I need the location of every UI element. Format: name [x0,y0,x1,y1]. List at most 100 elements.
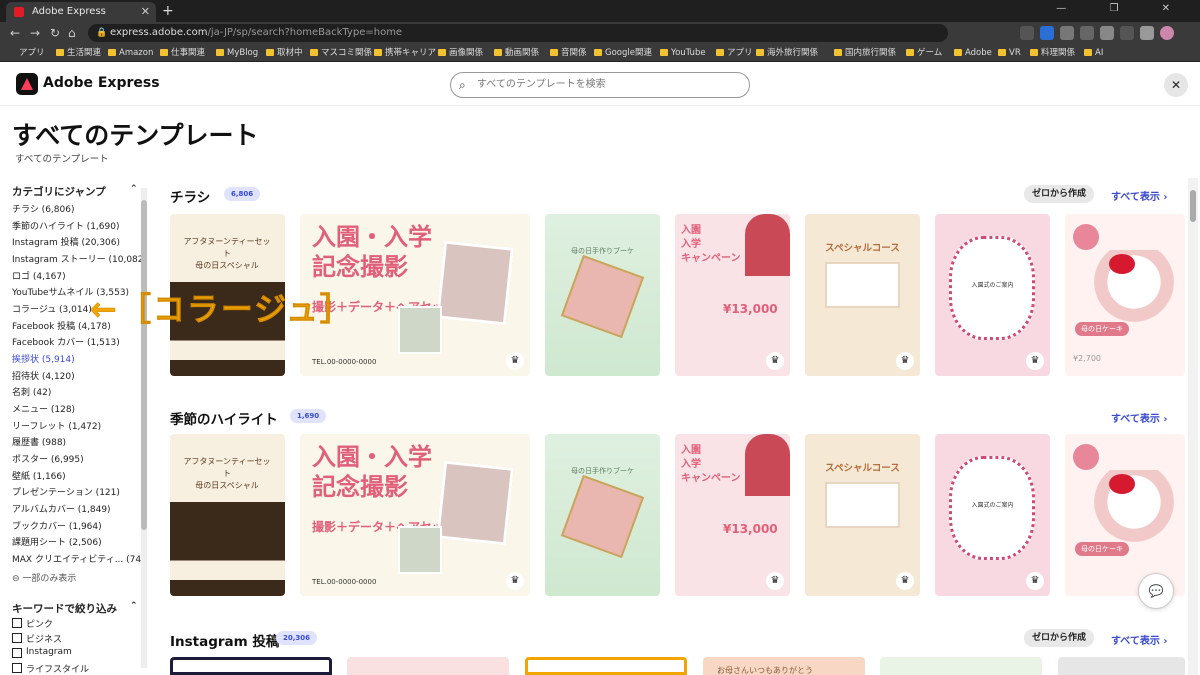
extension-icon[interactable] [1080,26,1094,40]
keyword-heading[interactable]: キーワードで絞り込み ⌃ [12,601,138,616]
extension-icon[interactable] [1020,26,1034,40]
bookmark-item[interactable]: 料理関係 [1030,44,1075,62]
keyword-checkbox[interactable]: ピンク [12,617,53,630]
template-card[interactable] [1058,657,1185,675]
template-card[interactable]: 母の日手作りブーケ [545,214,660,376]
sidebar-category[interactable]: Facebook カバー (1,513) [12,335,120,348]
template-card[interactable]: アフタヌーンティーセット 母の日スペシャル [170,434,285,596]
bookmark-item[interactable]: アプリ [716,44,753,62]
sidebar-scrollbar-thumb[interactable] [141,200,147,530]
sidebar-category[interactable]: ロゴ (4,167) [12,269,66,282]
template-search-input[interactable]: ⌕ すべてのテンプレートを検索 [450,72,750,98]
adobe-express-logo-icon[interactable] [16,73,38,95]
extension-icon[interactable] [1060,26,1074,40]
bookmark-item[interactable]: Google関連 [594,44,652,62]
sidebar-category[interactable]: アルバムカバー (1,849) [12,502,111,515]
sidebar-category[interactable]: 壁紙 (1,166) [12,469,66,482]
bookmark-item[interactable]: ゲーム [906,44,942,62]
sidebar-category-collage[interactable]: コラージュ (3,014) [12,302,92,315]
bookmark-item[interactable]: MyBlog [216,44,258,62]
new-tab-button[interactable]: + [162,2,174,20]
url-field[interactable]: 🔒 express.adobe.com/ja-JP/sp/search?home… [88,24,948,42]
template-card[interactable]: 入園 入学 キャンペーン ¥13,000 ♛ [675,214,790,376]
window-controls[interactable]: — ❐ ✕ [1056,3,1190,14]
template-card[interactable] [880,657,1042,675]
bookmark-item[interactable]: Amazon [108,44,153,62]
sidebar-category[interactable]: チラシ (6,806) [12,202,74,215]
bookmark-item[interactable]: 音関係 [550,44,587,62]
sidebar-category[interactable]: Instagram ストーリー (10,082) [12,252,147,265]
close-button[interactable]: ✕ [1164,73,1188,97]
template-card[interactable]: 母の日ケーキ ¥2,700 [1065,214,1185,376]
template-card[interactable]: 母の日ケーキ [1065,434,1185,596]
template-card[interactable] [525,657,687,675]
bookmark-item[interactable]: Adobe [954,44,992,62]
extension-icon[interactable] [1100,26,1114,40]
sidebar-category[interactable]: 課題用シート (2,506) [12,535,102,548]
bookmark-item[interactable]: VR [998,44,1021,62]
template-card[interactable] [347,657,509,675]
keyword-checkbox[interactable]: ビジネス [12,632,62,645]
template-card[interactable]: スペシャルコース ♛ [805,434,920,596]
sidebar-category[interactable]: プレゼンテーション (121) [12,485,120,498]
profile-avatar[interactable] [1160,26,1174,40]
sidebar-category[interactable]: ポスター (6,995) [12,452,84,465]
sidebar-category[interactable]: Instagram 投稿 (20,306) [12,235,120,248]
bookmark-item[interactable]: 動画関係 [494,44,539,62]
card-text: アフタヌーンティーセット 母の日スペシャル [183,237,271,270]
sidebar-category[interactable]: 季節のハイライト (1,690) [12,219,119,232]
sidebar-category[interactable]: MAX クリエイティビティ... (74) [12,552,145,565]
main-scrollbar-thumb[interactable] [1190,190,1196,222]
sidebar-category[interactable]: リーフレット (1,472) [12,419,101,432]
keyword-checkbox[interactable]: Instagram [12,647,72,658]
sidebar-category[interactable]: メニュー (128) [12,402,75,415]
create-from-scratch-button[interactable]: ゼロから作成 [1024,629,1095,647]
reload-icon[interactable]: ↻ [50,24,60,42]
template-card[interactable]: 入園式のご案内 ♛ [935,434,1050,596]
bookmark-item[interactable]: 携帯キャリア [374,44,436,62]
template-card[interactable]: 母の日手作りブーケ [545,434,660,596]
puzzle-icon[interactable] [1120,26,1134,40]
see-all-link[interactable]: すべて表示 › [1111,188,1168,203]
bookmark-item[interactable]: 生活関連 [56,44,101,62]
show-less-link[interactable]: ⊖ 一部のみ表示 [12,571,76,584]
bookmark-item[interactable]: AI [1084,44,1103,62]
template-card[interactable] [170,657,332,675]
template-card[interactable]: スペシャルコース ♛ [805,214,920,376]
create-from-scratch-button[interactable]: ゼロから作成 [1024,185,1095,203]
chat-icon[interactable]: 💬 [1138,573,1174,609]
bookmark-item[interactable]: YouTube [660,44,706,62]
sidebar-category[interactable]: 挨拶状 (5,914) [12,352,75,365]
bookmark-item[interactable]: 国内旅行関係 [834,44,896,62]
keyword-heading-label: キーワードで絞り込み [12,603,117,615]
sidebar-category[interactable]: 名刺 (42) [12,385,51,398]
sidebar-category[interactable]: ブックカバー (1,964) [12,519,102,532]
category-heading[interactable]: カテゴリにジャンプ ⌃ [12,184,138,199]
sidepanel-icon[interactable] [1140,26,1154,40]
browser-tab[interactable]: Adobe Express ✕ [6,2,156,22]
keyword-checkbox[interactable]: ライフスタイル [12,662,89,675]
section-title-instagram: Instagram 投稿 [170,634,280,650]
template-card[interactable]: 入園式のご案内 ♛ [935,214,1050,376]
forward-icon[interactable]: → [30,24,40,42]
see-all-link[interactable]: すべて表示 › [1111,410,1168,425]
bookmark-item[interactable]: 画像関係 [438,44,483,62]
bookmark-item[interactable]: アプリ [8,44,45,62]
bookmark-item[interactable]: 海外旅行関係 [756,44,818,62]
home-icon[interactable]: ⌂ [68,24,76,42]
tab-close-icon[interactable]: ✕ [141,2,150,22]
template-card[interactable]: 入園 入学 キャンペーン ¥13,000 ♛ [675,434,790,596]
extension-icon[interactable] [1040,26,1054,40]
brand-name[interactable]: Adobe Express [43,75,160,91]
bookmark-item[interactable]: マスコミ関係 [310,44,372,62]
sidebar-category[interactable]: 履歴書 (988) [12,435,66,448]
template-card[interactable]: お母さんいつもありがとう [703,657,865,675]
back-icon[interactable]: ← [10,24,20,42]
bookmark-item[interactable]: 仕事関連 [160,44,205,62]
see-all-link[interactable]: すべて表示 › [1111,632,1168,647]
template-card[interactable]: 入園・入学 記念撮影 撮影＋データ＋ヘアセット TEL.00-0000-0000… [300,434,530,596]
bookmark-item[interactable]: 取材中 [266,44,303,62]
sidebar-category[interactable]: 招待状 (4,120) [12,369,75,382]
main-scrollbar[interactable] [1188,178,1198,675]
breadcrumb[interactable]: すべてのテンプレート [15,151,109,165]
